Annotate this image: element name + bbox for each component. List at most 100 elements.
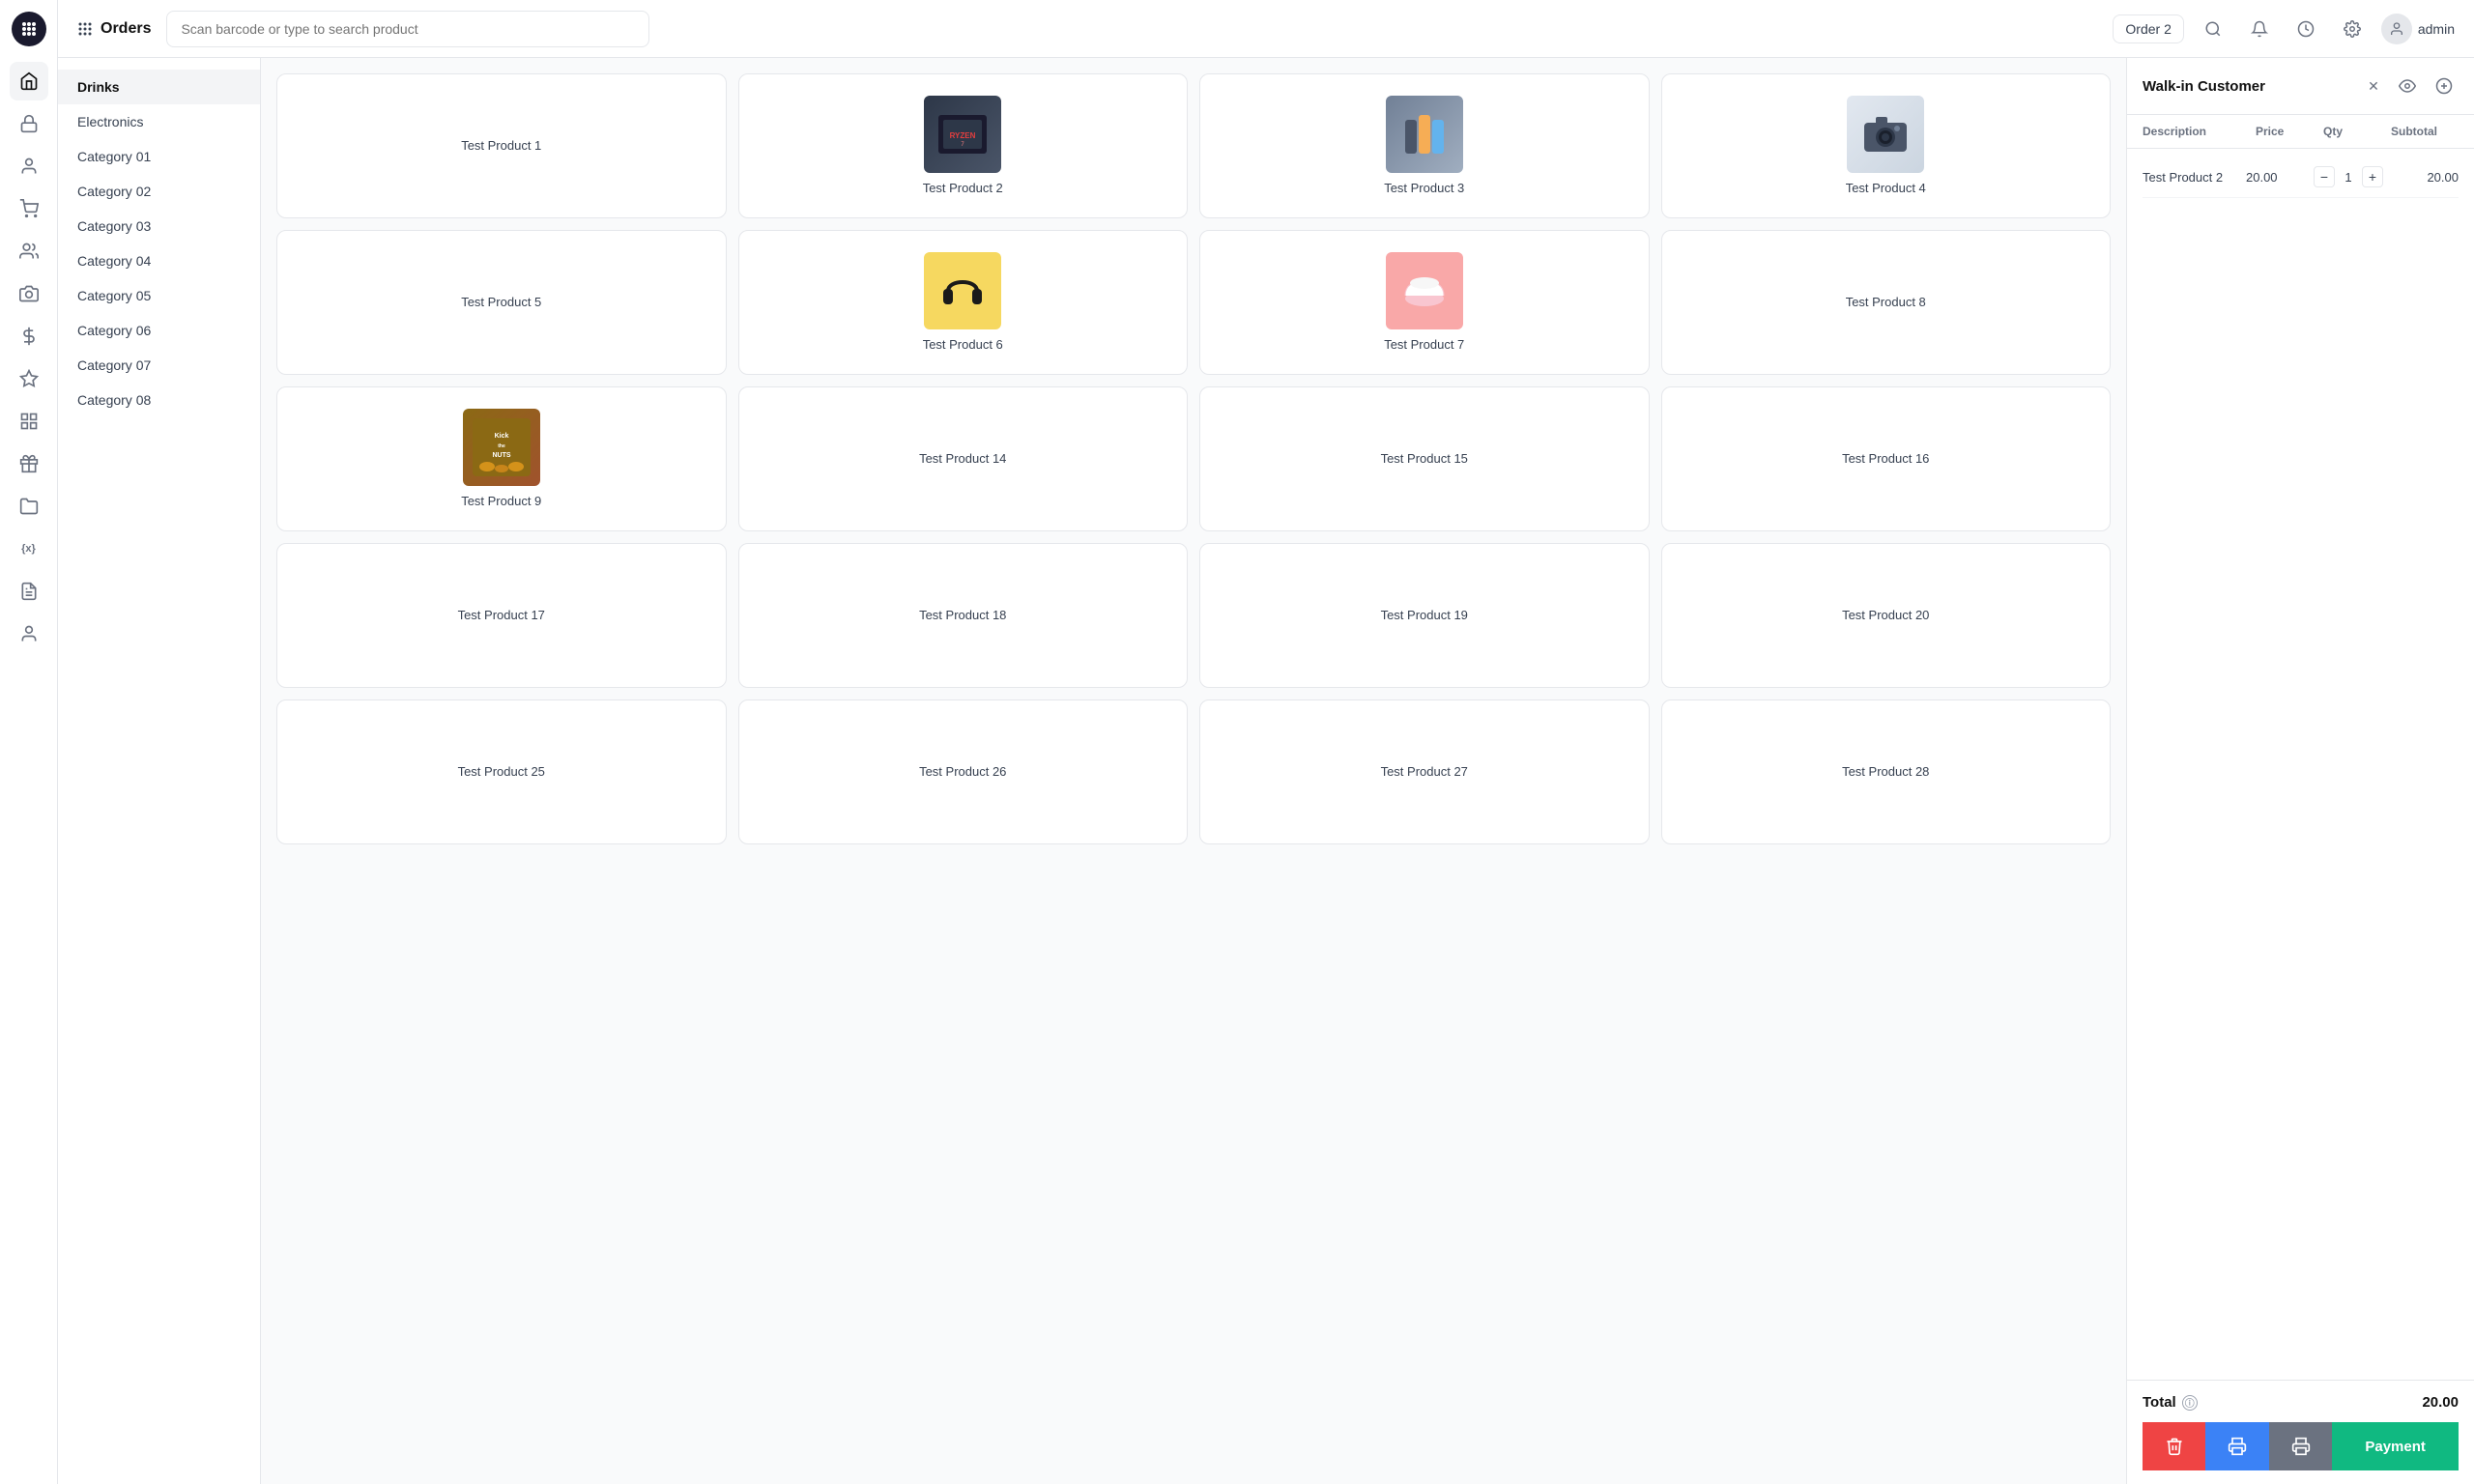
product-name-18: Test Product 18: [919, 608, 1006, 624]
total-info-icon: ⓘ: [2182, 1395, 2198, 1411]
product-card-9[interactable]: Kick the NUTS Test Product 9: [276, 386, 727, 531]
content-area: Drinks Electronics Category 01 Category …: [58, 58, 2474, 1484]
category-item-drinks[interactable]: Drinks: [58, 70, 260, 104]
order-add-button[interactable]: [2430, 71, 2459, 100]
qty-increase-1[interactable]: +: [2362, 166, 2383, 187]
orders-label: Orders: [101, 20, 151, 38]
product-card-8[interactable]: Test Product 8: [1661, 230, 2112, 375]
product-image-9: Kick the NUTS: [463, 409, 540, 486]
product-card-19[interactable]: Test Product 19: [1199, 543, 1650, 688]
svg-text:Kick: Kick: [494, 433, 508, 440]
grid-nav-icon[interactable]: [10, 402, 48, 441]
team-icon[interactable]: [10, 232, 48, 271]
product-name-20: Test Product 20: [1842, 608, 1929, 624]
action-buttons: Payment: [2143, 1422, 2459, 1470]
product-name-8: Test Product 8: [1846, 295, 1926, 311]
product-card-4[interactable]: Test Product 4: [1661, 73, 2112, 218]
category-item-cat05[interactable]: Category 05: [58, 278, 260, 313]
product-name-3: Test Product 3: [1384, 181, 1464, 197]
notification-icon[interactable]: [2242, 12, 2277, 46]
search-input[interactable]: [166, 11, 649, 47]
total-row: Total ⓘ 20.00: [2143, 1394, 2459, 1411]
product-name-1: Test Product 1: [461, 138, 541, 155]
col-subtotal: Subtotal: [2391, 125, 2459, 138]
order-item-1: Test Product 2 20.00 − 1 + 20.00: [2143, 157, 2459, 198]
product-card-16[interactable]: Test Product 16: [1661, 386, 2112, 531]
product-name-28: Test Product 28: [1842, 764, 1929, 781]
svg-text:NUTS: NUTS: [492, 452, 510, 459]
category-item-cat03[interactable]: Category 03: [58, 209, 260, 243]
user-avatar: [2381, 14, 2412, 44]
code-icon[interactable]: {x}: [10, 529, 48, 568]
order-close-button[interactable]: ✕: [2362, 74, 2385, 98]
camera-nav-icon[interactable]: [10, 274, 48, 313]
order-badge: Order 2: [2113, 14, 2183, 43]
payment-button[interactable]: Payment: [2332, 1422, 2459, 1470]
product-card-17[interactable]: Test Product 17: [276, 543, 727, 688]
category-sidebar: Drinks Electronics Category 01 Category …: [58, 58, 261, 1484]
star-icon[interactable]: [10, 359, 48, 398]
category-item-cat01[interactable]: Category 01: [58, 139, 260, 174]
category-item-electronics[interactable]: Electronics: [58, 104, 260, 139]
item-subtotal-1: 20.00: [2391, 170, 2459, 185]
print2-button[interactable]: [2269, 1422, 2332, 1470]
print1-button[interactable]: [2205, 1422, 2268, 1470]
top-header: Orders Order 2 admin: [58, 0, 2474, 58]
products-grid: Test Product 1 RYZEN 7 Test Product 2: [276, 73, 2111, 844]
user-info[interactable]: admin: [2381, 14, 2455, 44]
product-card-25[interactable]: Test Product 25: [276, 699, 727, 844]
svg-text:RYZEN: RYZEN: [950, 131, 976, 140]
product-card-15[interactable]: Test Product 15: [1199, 386, 1650, 531]
person-icon[interactable]: [10, 614, 48, 653]
folder-icon[interactable]: [10, 487, 48, 526]
item-name-1: Test Product 2: [2143, 170, 2246, 185]
category-item-cat08[interactable]: Category 08: [58, 383, 260, 417]
product-card-6[interactable]: Test Product 6: [738, 230, 1189, 375]
dollar-icon[interactable]: [10, 317, 48, 356]
cart-icon[interactable]: [10, 189, 48, 228]
search-header-icon[interactable]: [2196, 12, 2230, 46]
product-name-26: Test Product 26: [919, 764, 1006, 781]
order-header: Walk-in Customer ✕: [2127, 58, 2474, 115]
lock-icon[interactable]: [10, 104, 48, 143]
home-icon[interactable]: [10, 62, 48, 100]
order-table-header: Description Price Qty Subtotal: [2127, 115, 2474, 149]
product-name-14: Test Product 14: [919, 451, 1006, 468]
settings-icon[interactable]: [2335, 12, 2370, 46]
delete-order-button[interactable]: [2143, 1422, 2205, 1470]
category-item-cat06[interactable]: Category 06: [58, 313, 260, 348]
product-name-2: Test Product 2: [923, 181, 1003, 197]
product-image-3: [1386, 96, 1463, 173]
product-card-2[interactable]: RYZEN 7 Test Product 2: [738, 73, 1189, 218]
orders-title-group: Orders: [77, 20, 151, 38]
product-name-5: Test Product 5: [461, 295, 541, 311]
product-card-3[interactable]: Test Product 3: [1199, 73, 1650, 218]
product-card-7[interactable]: Test Product 7: [1199, 230, 1650, 375]
category-item-cat02[interactable]: Category 02: [58, 174, 260, 209]
product-name-15: Test Product 15: [1381, 451, 1468, 468]
app-logo: [12, 12, 46, 46]
qty-controls-1: − 1 +: [2314, 166, 2391, 187]
product-image-6: [924, 252, 1001, 329]
product-card-27[interactable]: Test Product 27: [1199, 699, 1650, 844]
username-label: admin: [2418, 21, 2455, 37]
product-card-18[interactable]: Test Product 18: [738, 543, 1189, 688]
product-card-26[interactable]: Test Product 26: [738, 699, 1189, 844]
product-card-5[interactable]: Test Product 5: [276, 230, 727, 375]
product-card-28[interactable]: Test Product 28: [1661, 699, 2112, 844]
category-item-cat04[interactable]: Category 04: [58, 243, 260, 278]
product-name-17: Test Product 17: [458, 608, 545, 624]
order-header-actions: ✕: [2362, 71, 2459, 100]
category-item-cat07[interactable]: Category 07: [58, 348, 260, 383]
product-card-14[interactable]: Test Product 14: [738, 386, 1189, 531]
product-card-1[interactable]: Test Product 1: [276, 73, 727, 218]
report-icon[interactable]: [10, 572, 48, 611]
order-eye-button[interactable]: [2393, 71, 2422, 100]
total-label: Total ⓘ: [2143, 1394, 2198, 1411]
clock-icon[interactable]: [2288, 12, 2323, 46]
gift-icon[interactable]: [10, 444, 48, 483]
qty-decrease-1[interactable]: −: [2314, 166, 2335, 187]
users-icon[interactable]: [10, 147, 48, 186]
product-card-20[interactable]: Test Product 20: [1661, 543, 2112, 688]
icon-sidebar: {x}: [0, 0, 58, 1484]
